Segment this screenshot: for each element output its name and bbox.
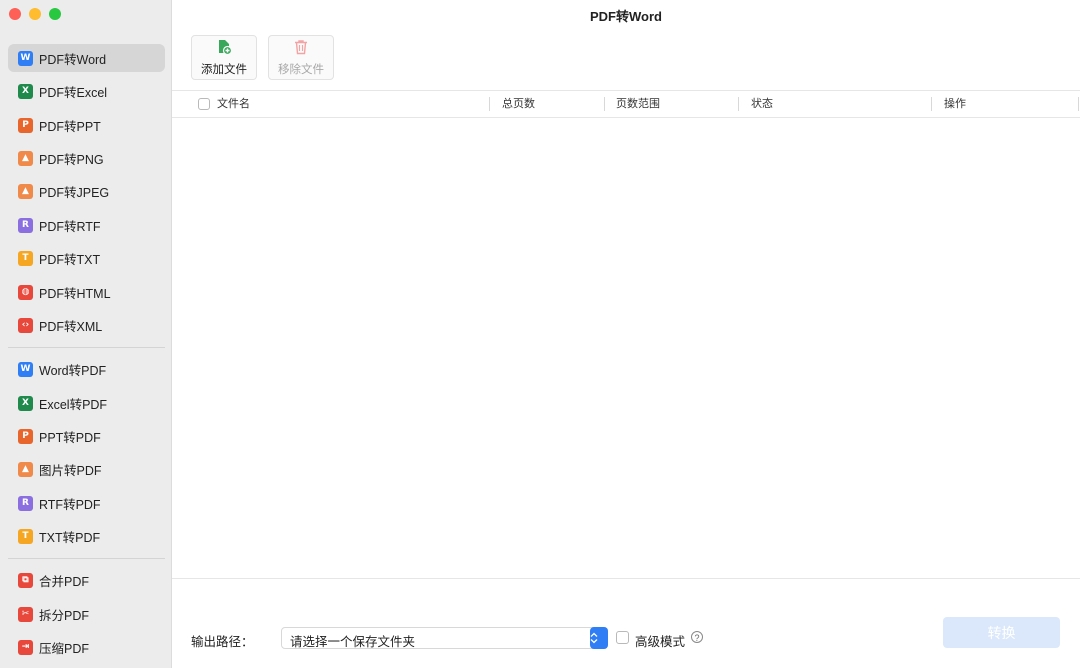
- sidebar-item-label: RTF转PDF: [39, 497, 101, 512]
- sidebar-item[interactable]: ▲ PDF转JPEG: [8, 177, 165, 205]
- sidebar-item-label: 图片转PDF: [39, 463, 102, 478]
- sidebar-item[interactable]: ‹› PDF转XML: [8, 311, 165, 339]
- add-file-icon: [216, 39, 233, 58]
- chevron-up-down-icon[interactable]: [590, 627, 608, 649]
- tool-type-icon: R: [18, 495, 33, 511]
- sidebar-item[interactable]: ◍ PDF转HTML: [8, 278, 165, 306]
- sidebar-item-label: TXT转PDF: [39, 530, 101, 545]
- column-divider[interactable]: [604, 97, 605, 111]
- sidebar-item-label: PDF转RTF: [39, 219, 101, 234]
- sidebar-divider: [8, 558, 165, 559]
- file-list-area[interactable]: [172, 118, 1080, 579]
- tool-type-icon: P: [18, 428, 33, 444]
- select-all-checkbox[interactable]: [198, 98, 210, 110]
- tool-type-icon: R: [18, 217, 33, 233]
- sidebar-item[interactable]: W Word转PDF: [8, 355, 165, 383]
- footer-bar: 输出路径： 请选择一个保存文件夹 高级模式 ? 转换: [172, 579, 1080, 668]
- window-controls: [9, 8, 61, 20]
- sidebar-item[interactable]: R PDF转RTF: [8, 211, 165, 239]
- column-divider[interactable]: [931, 97, 932, 111]
- tool-type-icon: ◍: [18, 284, 33, 300]
- tool-type-icon: X: [18, 395, 33, 411]
- sidebar-item[interactable]: ⇥ 压缩PDF: [8, 633, 165, 661]
- sidebar-item-label: Word转PDF: [39, 363, 107, 378]
- sidebar-item-label: PDF转HTML: [39, 286, 111, 301]
- tool-type-icon: ✂: [18, 606, 33, 622]
- close-window-button[interactable]: [9, 8, 21, 20]
- zoom-window-button[interactable]: [49, 8, 61, 20]
- tool-type-icon: ▲: [18, 461, 33, 477]
- column-status[interactable]: 状态: [751, 91, 773, 117]
- sidebar-item[interactable]: X Excel转PDF: [8, 389, 165, 417]
- tool-type-icon: W: [18, 361, 33, 377]
- output-path-label: 输出路径：: [191, 635, 254, 649]
- trash-icon: [293, 39, 309, 58]
- sidebar-item[interactable]: T PDF转TXT: [8, 244, 165, 272]
- tool-type-icon: W: [18, 50, 33, 66]
- column-divider[interactable]: [489, 97, 490, 111]
- file-table-header: 文件名 总页数 页数范围 状态 操作: [172, 90, 1080, 118]
- remove-file-label: 移除文件: [278, 63, 324, 76]
- sidebar-item[interactable]: W PDF转Word: [8, 44, 165, 72]
- sidebar-item-label: PDF转PPT: [39, 119, 101, 134]
- sidebar-item-label: PPT转PDF: [39, 430, 101, 445]
- output-folder-select[interactable]: 请选择一个保存文件夹: [281, 627, 608, 649]
- tool-type-icon: ⇥: [18, 639, 33, 655]
- tool-type-icon: ▲: [18, 183, 33, 199]
- sidebar-item[interactable]: X PDF转Excel: [8, 77, 165, 105]
- sidebar-item[interactable]: T TXT转PDF: [8, 522, 165, 550]
- tool-type-icon: ‹›: [18, 317, 33, 333]
- sidebar-item[interactable]: ▲ PDF转PNG: [8, 144, 165, 172]
- sidebar: W PDF转Word X PDF转Excel P PDF转PPT ▲ PDF转PNG ▲ PDF转…: [0, 0, 172, 668]
- app-window: W PDF转Word X PDF转Excel P PDF转PPT ▲ PDF转PNG ▲ PDF转…: [0, 0, 1080, 668]
- sidebar-item[interactable]: ⧉ 合并PDF: [8, 566, 165, 594]
- add-file-label: 添加文件: [201, 63, 247, 76]
- column-filename[interactable]: 文件名: [217, 91, 250, 117]
- help-icon[interactable]: ?: [691, 631, 703, 643]
- output-folder-value: 请选择一个保存文件夹: [290, 635, 416, 649]
- sidebar-divider: [8, 347, 165, 348]
- sidebar-item-label: 压缩PDF: [39, 641, 90, 656]
- sidebar-item-label: PDF转JPEG: [39, 185, 110, 200]
- tool-type-icon: ⧉: [18, 572, 33, 588]
- column-divider[interactable]: [738, 97, 739, 111]
- advanced-mode-checkbox[interactable]: [616, 631, 629, 644]
- tool-type-icon: X: [18, 83, 33, 99]
- sidebar-item[interactable]: ▲ 图片转PDF: [8, 455, 165, 483]
- sidebar-item-label: PDF转Excel: [39, 85, 108, 100]
- advanced-mode-label[interactable]: 高级模式: [635, 631, 685, 650]
- minimize-window-button[interactable]: [29, 8, 41, 20]
- tool-type-icon: T: [18, 528, 33, 544]
- column-total-pages[interactable]: 总页数: [502, 91, 535, 117]
- sidebar-item[interactable]: P PPT转PDF: [8, 422, 165, 450]
- sidebar-item-label: 合并PDF: [39, 574, 90, 589]
- add-file-button[interactable]: 添加文件: [191, 35, 257, 80]
- tool-type-icon: T: [18, 250, 33, 266]
- sidebar-item-label: 拆分PDF: [39, 608, 90, 623]
- sidebar-item[interactable]: R RTF转PDF: [8, 489, 165, 517]
- sidebar-item-label: PDF转XML: [39, 319, 103, 334]
- sidebar-item-label: PDF转Word: [39, 52, 107, 67]
- tool-type-icon: ▲: [18, 150, 33, 166]
- sidebar-item[interactable]: P PDF转PPT: [8, 111, 165, 139]
- sidebar-item-label: PDF转PNG: [39, 152, 104, 167]
- tool-type-icon: P: [18, 117, 33, 133]
- column-divider[interactable]: [1078, 97, 1079, 111]
- convert-button[interactable]: 转换: [943, 617, 1060, 648]
- sidebar-item-label: Excel转PDF: [39, 397, 108, 412]
- column-actions[interactable]: 操作: [944, 91, 966, 117]
- sidebar-item-label: PDF转TXT: [39, 252, 101, 267]
- sidebar-item[interactable]: ✂ 拆分PDF: [8, 600, 165, 628]
- window-title: PDF转Word: [590, 9, 662, 24]
- remove-file-button[interactable]: 移除文件: [268, 35, 334, 80]
- column-page-range[interactable]: 页数范围: [616, 91, 660, 117]
